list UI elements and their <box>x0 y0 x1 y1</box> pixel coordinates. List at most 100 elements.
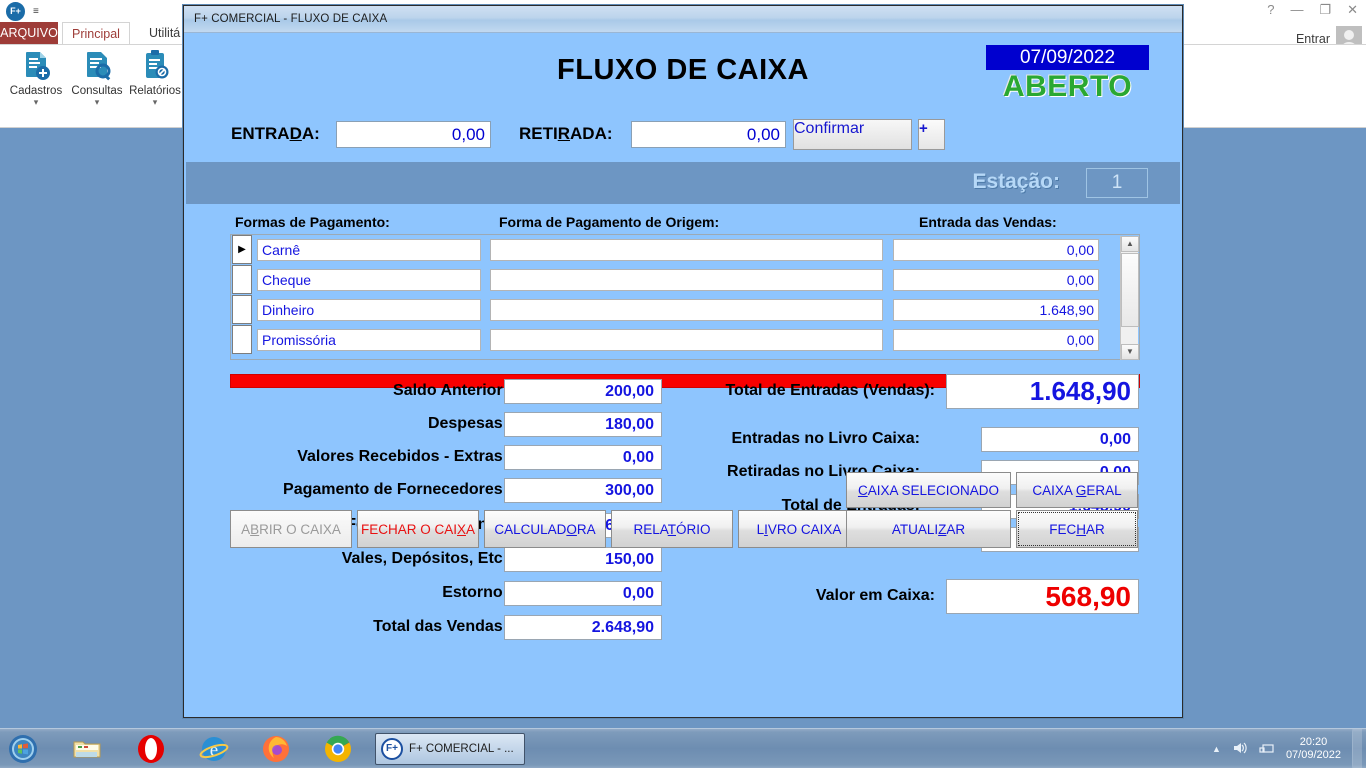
show-hidden-icons-icon[interactable]: ▲ <box>1212 744 1221 754</box>
confirmar-button[interactable]: Confirmar <box>793 119 912 150</box>
taskbar-task-fplus[interactable]: F+ F+ COMERCIAL - ... <box>375 733 525 765</box>
cell-entrada[interactable]: 1.648,90 <box>893 299 1099 321</box>
show-desktop-button[interactable] <box>1352 729 1362 768</box>
cell-origem[interactable] <box>490 269 883 291</box>
value-total-das-vendas[interactable]: 2.648,90 <box>504 615 662 640</box>
relatorio-button[interactable]: RELATÓRIO <box>611 510 733 548</box>
cell-entrada[interactable]: 0,00 <box>893 329 1099 351</box>
dialog-title: F+ COMERCIAL - FLUXO DE CAIXA <box>184 13 387 25</box>
scroll-up-icon[interactable]: ▲ <box>1121 236 1139 252</box>
grid-scrollbar[interactable]: ▲ ▼ <box>1120 236 1138 360</box>
taskbar-clock[interactable]: 20:20 07/09/2022 <box>1286 736 1341 762</box>
close-icon[interactable]: ✕ <box>1347 2 1358 18</box>
label-vales-depositos: Vales, Depósitos, Etc: <box>342 550 508 568</box>
fluxo-de-caixa-dialog: F+ COMERCIAL - FLUXO DE CAIXA FLUXO DE C… <box>183 5 1183 718</box>
value-pagamento-fornecedores[interactable]: 300,00 <box>504 478 662 503</box>
cell-origem[interactable] <box>490 299 883 321</box>
ribbon-item-relatorios[interactable]: Relatórios ▾ <box>124 49 186 107</box>
value-valores-recebidos-extras[interactable]: 0,00 <box>504 445 662 470</box>
label-estorno: Estorno: <box>442 584 508 602</box>
label-pagamento-fornecedores: Pagamento de Fornecedores: <box>283 481 508 499</box>
retirada-input[interactable]: 0,00 <box>631 121 786 148</box>
caixa-selecionado-button[interactable]: CAIXA SELECIONADO <box>846 472 1011 508</box>
fplus-logo-icon[interactable]: F+ <box>6 2 25 21</box>
internet-explorer-icon[interactable]: e <box>199 734 229 764</box>
entrada-input[interactable]: 0,00 <box>336 121 491 148</box>
start-orb-icon[interactable] <box>8 734 38 764</box>
ribbon-label-cadastros: Cadastros <box>5 85 67 97</box>
value-estorno[interactable]: 0,00 <box>504 581 662 606</box>
tab-principal[interactable]: Principal <box>62 22 130 44</box>
cell-forma[interactable]: Promissória <box>257 329 481 351</box>
chevron-down-icon[interactable]: ▾ <box>5 97 67 107</box>
cell-origem[interactable] <box>490 329 883 351</box>
volume-icon[interactable] <box>1232 740 1248 759</box>
row-selector[interactable] <box>232 325 252 354</box>
value-entradas-livro-caixa[interactable]: 0,00 <box>981 427 1139 452</box>
livro-caixa-button[interactable]: LIVRO CAIXA <box>738 510 860 548</box>
quick-access-toolbar: F+ ≡ <box>6 2 39 21</box>
table-row[interactable]: ▶ Carnê 0,00 <box>231 235 1141 265</box>
label-valor-em-caixa: Valor em Caixa: <box>816 587 935 605</box>
table-row[interactable]: Cheque 0,00 <box>231 265 1141 295</box>
value-despesas[interactable]: 180,00 <box>504 412 662 437</box>
scrollbar-thumb[interactable] <box>1121 253 1139 327</box>
grid-header-origem: Forma de Pagamento de Origem: <box>499 214 719 230</box>
dialog-body: FLUXO DE CAIXA 07/09/2022 ABERTO ENTRADA… <box>186 34 1180 715</box>
status-badge: ABERTO <box>986 70 1149 104</box>
value-vales-depositos[interactable]: 150,00 <box>504 547 662 572</box>
windows-taskbar: e F+ F+ COMERCIAL - ... ▲ <box>0 728 1366 768</box>
abrir-o-caixa-button[interactable]: ABRIR O CAIXA <box>230 510 352 548</box>
chevron-down-icon[interactable]: ▾ <box>66 97 128 107</box>
row-selector[interactable] <box>232 265 252 294</box>
payment-methods-grid: ▶ Carnê 0,00 Cheque 0,00 Dinheiro 1.648,… <box>230 234 1140 360</box>
chrome-icon[interactable] <box>323 734 353 764</box>
network-icon[interactable] <box>1259 740 1275 759</box>
cell-forma[interactable]: Cheque <box>257 269 481 291</box>
minimize-icon[interactable]: — <box>1290 2 1303 18</box>
cell-entrada[interactable]: 0,00 <box>893 269 1099 291</box>
add-button[interactable]: + <box>918 119 945 150</box>
calculadora-button[interactable]: CALCULADORA <box>484 510 606 548</box>
entrada-label: ENTRADA: <box>231 124 320 144</box>
chevron-down-icon[interactable]: ▾ <box>124 97 186 107</box>
value-total-entradas-vendas[interactable]: 1.648,90 <box>946 374 1139 409</box>
table-row[interactable]: Dinheiro 1.648,90 <box>231 295 1141 325</box>
estacao-value: 1 <box>1086 168 1148 198</box>
relatorios-icon <box>138 49 172 83</box>
ribbon-label-consultas: Consultas <box>66 85 128 97</box>
row-selector[interactable] <box>232 295 252 324</box>
cell-entrada[interactable]: 0,00 <box>893 239 1099 261</box>
quick-access-caret-icon[interactable]: ≡ <box>33 6 39 17</box>
label-total-das-vendas: Total das Vendas: <box>373 618 508 636</box>
tab-arquivo[interactable]: ARQUIVO <box>0 22 58 44</box>
table-row[interactable]: Promissória 0,00 <box>231 325 1141 355</box>
atualizar-button[interactable]: ATUALIZAR <box>846 510 1011 548</box>
firefox-icon[interactable] <box>261 734 291 764</box>
station-strip: Estação: 1 <box>186 162 1180 204</box>
clock-date: 07/09/2022 <box>1286 749 1341 761</box>
fechar-button[interactable]: FECHAR <box>1016 510 1138 548</box>
scroll-down-icon[interactable]: ▼ <box>1121 344 1139 360</box>
grid-header-entrada: Entrada das Vendas: <box>919 214 1057 230</box>
taskbar-task-label: F+ COMERCIAL - ... <box>409 743 514 755</box>
fechar-o-caixa-button[interactable]: FECHAR O CAIXA <box>357 510 479 548</box>
ribbon-item-cadastros[interactable]: Cadastros ▾ <box>5 49 67 107</box>
label-despesas: Despesas: <box>428 415 508 433</box>
cell-origem[interactable] <box>490 239 883 261</box>
consultas-icon <box>80 49 114 83</box>
help-icon[interactable]: ? <box>1267 2 1274 18</box>
value-valor-em-caixa[interactable]: 568,90 <box>946 579 1139 614</box>
opera-icon[interactable] <box>136 734 166 764</box>
row-selector[interactable]: ▶ <box>232 235 252 264</box>
value-saldo-anterior[interactable]: 200,00 <box>504 379 662 404</box>
file-explorer-icon[interactable] <box>72 734 102 764</box>
cell-forma[interactable]: Dinheiro <box>257 299 481 321</box>
tab-utilitarios[interactable]: Utilitá <box>140 22 184 44</box>
ribbon-item-consultas[interactable]: Consultas ▾ <box>66 49 128 107</box>
cadastros-icon <box>19 49 53 83</box>
dialog-titlebar[interactable]: F+ COMERCIAL - FLUXO DE CAIXA <box>184 6 1182 33</box>
cell-forma[interactable]: Carnê <box>257 239 481 261</box>
caixa-geral-button[interactable]: CAIXA GERAL <box>1016 472 1138 508</box>
restore-icon[interactable]: ❐ <box>1319 2 1331 18</box>
